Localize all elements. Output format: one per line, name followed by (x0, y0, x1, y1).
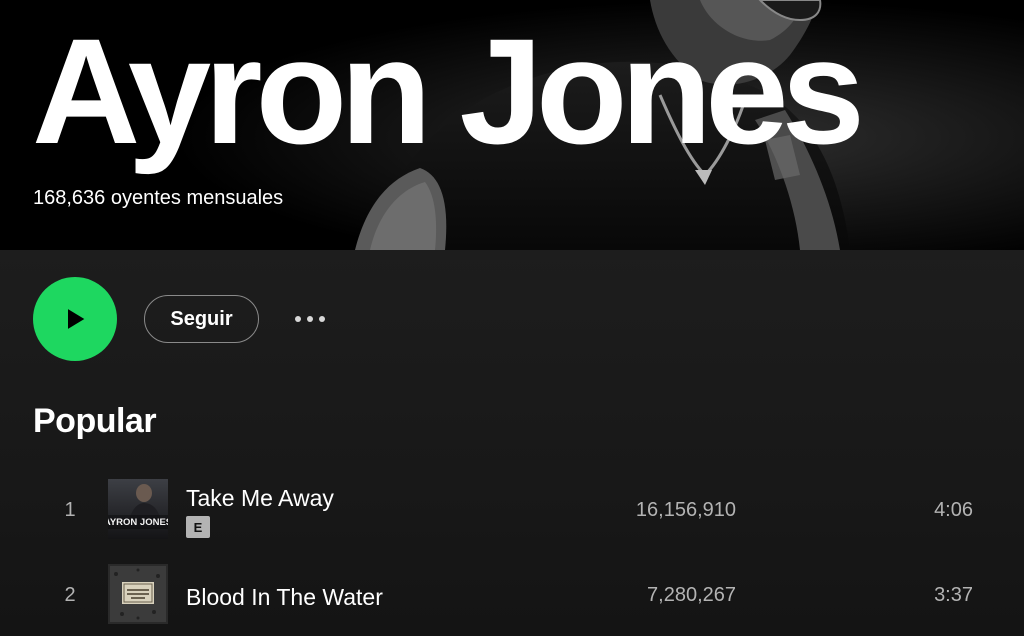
track-cover-art[interactable]: AYRON JONES (108, 479, 168, 539)
track-number: 2 (64, 584, 76, 606)
more-options-icon (295, 316, 301, 322)
track-title[interactable]: Take Me Away (186, 485, 334, 512)
track-row[interactable]: 1 AYRON JONES Take Me Away E 16,156,910 … (0, 479, 1024, 543)
more-options-icon-dot (319, 316, 325, 322)
track-title[interactable]: Blood In The Water (186, 584, 383, 611)
monthly-listeners: 168,636 oyentes mensuales (33, 187, 284, 209)
track-cover-art[interactable] (108, 564, 168, 624)
cover-art-text: AYRON JONES (108, 517, 168, 528)
track-number: 1 (64, 499, 76, 521)
track-play-count: 7,280,267 (647, 584, 736, 606)
explicit-badge: E (186, 516, 210, 538)
more-options-button[interactable] (286, 305, 334, 333)
cover-art-image: AYRON JONES (108, 479, 168, 539)
artist-hero: Ayron Jones 168,636 oyentes mensuales (0, 0, 1024, 250)
popular-heading: Popular (33, 402, 157, 440)
track-play-count: 16,156,910 (635, 499, 736, 521)
play-icon (68, 309, 85, 329)
artist-name: Ayron Jones (32, 7, 865, 175)
more-options-icon-dot (307, 316, 313, 322)
artist-content: Seguir Popular 1 AYRON JONES (0, 250, 1024, 636)
track-duration: 3:37 (934, 584, 973, 606)
follow-button[interactable]: Seguir (144, 295, 259, 343)
track-duration: 4:06 (934, 499, 973, 521)
play-button[interactable] (33, 277, 117, 361)
track-row[interactable]: 2 Blood In The Water 7,280,267 3:37 (0, 564, 1024, 628)
cover-art-image (108, 564, 168, 624)
